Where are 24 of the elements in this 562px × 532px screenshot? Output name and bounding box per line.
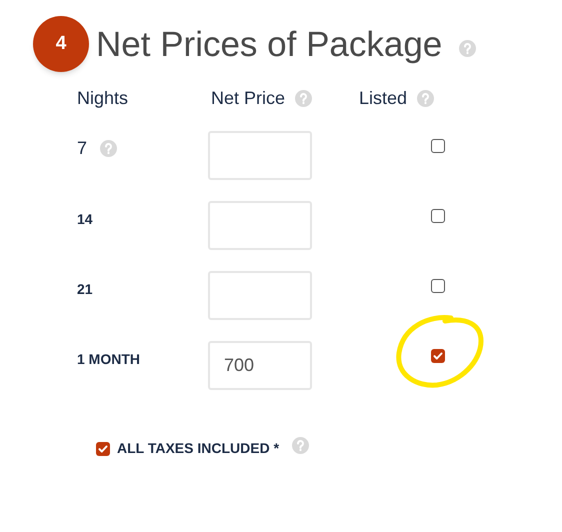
section-title: Net Prices of Package <box>96 26 442 62</box>
price-field[interactable]: 700 <box>208 341 312 390</box>
help-icon[interactable] <box>459 40 476 56</box>
help-icon[interactable] <box>417 90 434 106</box>
column-header: Listed <box>359 86 408 110</box>
column-header: Net Price <box>211 86 286 110</box>
help-icon[interactable] <box>292 437 310 454</box>
price-field[interactable] <box>208 201 312 250</box>
taxes-label: ALL TAXES INCLUDED * <box>117 439 280 458</box>
checkbox[interactable] <box>431 279 445 293</box>
checkbox[interactable] <box>431 209 445 223</box>
nights-label: 21 <box>77 281 93 297</box>
price-field[interactable] <box>208 131 312 180</box>
help-icon[interactable] <box>295 90 312 106</box>
step-badge: 4 <box>33 16 89 72</box>
checkbox[interactable] <box>96 442 110 456</box>
nights-label: 1 MONTH <box>77 351 140 367</box>
nights-label: 14 <box>77 211 93 227</box>
price-field[interactable] <box>208 271 312 320</box>
help-icon[interactable] <box>100 140 118 157</box>
checkbox[interactable] <box>431 349 445 363</box>
nights-label: 7 <box>77 137 88 160</box>
checkbox[interactable] <box>431 139 445 153</box>
column-header: Nights <box>77 86 128 110</box>
